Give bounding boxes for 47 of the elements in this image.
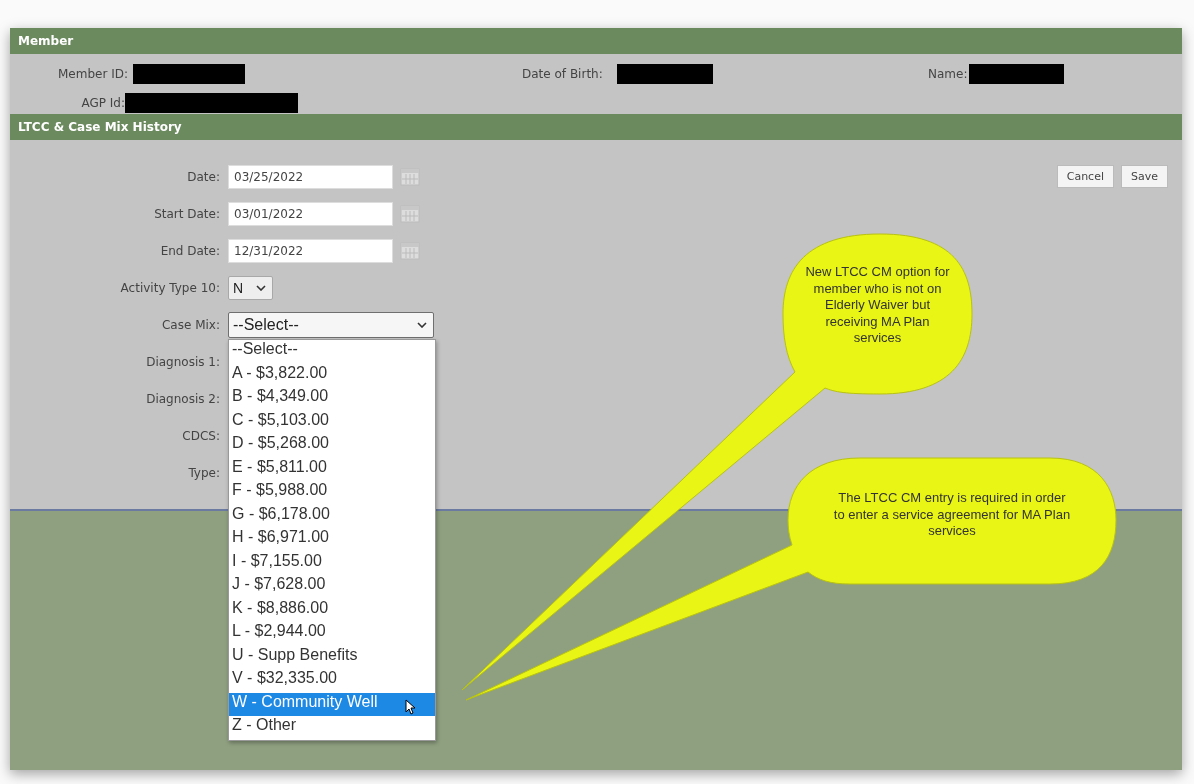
date-field[interactable]: 12/31/2022 [228, 239, 393, 263]
dropdown-option[interactable]: H - $6,971.00 [229, 528, 435, 552]
field-label: AGP Id: [80, 95, 125, 110]
field-label: Date of Birth: [522, 66, 603, 81]
callout-text: New LTCC CM option for member who is not on Elderly Waiver but receiving MA Plan services [804, 264, 951, 347]
dropdown-option[interactable]: --Select-- [229, 340, 435, 364]
dropdown-option[interactable]: F - $5,988.00 [229, 481, 435, 505]
dropdown-option[interactable]: B - $4,349.00 [229, 387, 435, 411]
mouse-pointer-icon [405, 698, 416, 715]
dropdown-option[interactable]: G - $6,178.00 [229, 504, 435, 528]
field-label: Case Mix: [161, 318, 220, 332]
dropdown-option[interactable]: V - $32,335.00 [229, 669, 435, 693]
calendar-icon[interactable] [400, 168, 420, 186]
dropdown-option[interactable]: W - Community Well [229, 692, 435, 716]
dropdown-option[interactable]: A - $3,822.00 [229, 363, 435, 387]
activity-type-select[interactable]: N [228, 276, 273, 300]
field-label: CDCS: [181, 429, 220, 443]
field-label: Member ID: [57, 66, 128, 81]
field-label: End Date: [159, 244, 220, 258]
field-label: Name: [928, 66, 968, 81]
field-label: Type: [187, 466, 220, 480]
dropdown-option[interactable]: U - Supp Benefits [229, 645, 435, 669]
dropdown-option[interactable]: Z - Other [229, 716, 435, 740]
form-button[interactable]: Save [1121, 165, 1168, 188]
calendar-icon[interactable] [400, 242, 420, 260]
case-mix-select[interactable]: --Select-- [228, 312, 434, 338]
dropdown-option[interactable]: I - $7,155.00 [229, 551, 435, 575]
dropdown-option[interactable]: L - $2,944.00 [229, 622, 435, 646]
field-label: Diagnosis 1: [145, 355, 220, 369]
date-field[interactable]: 03/01/2022 [228, 202, 393, 226]
section-header: LTCC & Case Mix History [10, 114, 1182, 140]
dropdown-option[interactable]: D - $5,268.00 [229, 434, 435, 458]
field-label: Date: [186, 170, 220, 184]
dropdown-option[interactable]: K - $8,886.00 [229, 598, 435, 622]
dropdown-option[interactable]: E - $5,811.00 [229, 457, 435, 481]
callout-text: The LTCC CM entry is required in order to enter a service agreement for MA Plan services [832, 490, 1072, 540]
date-field[interactable]: 03/25/2022 [228, 165, 393, 189]
calendar-icon[interactable] [400, 205, 420, 223]
field-label: Start Date: [153, 207, 220, 221]
section-header: Member [10, 28, 1182, 54]
chevron-down-icon [417, 322, 427, 328]
field-label: Diagnosis 2: [145, 392, 220, 406]
form-button[interactable]: Cancel [1056, 165, 1114, 188]
chevron-down-icon [256, 285, 266, 291]
field-label: Activity Type 10: [119, 281, 220, 295]
dropdown-option[interactable]: C - $5,103.00 [229, 410, 435, 434]
dropdown-option[interactable]: J - $7,628.00 [229, 575, 435, 599]
